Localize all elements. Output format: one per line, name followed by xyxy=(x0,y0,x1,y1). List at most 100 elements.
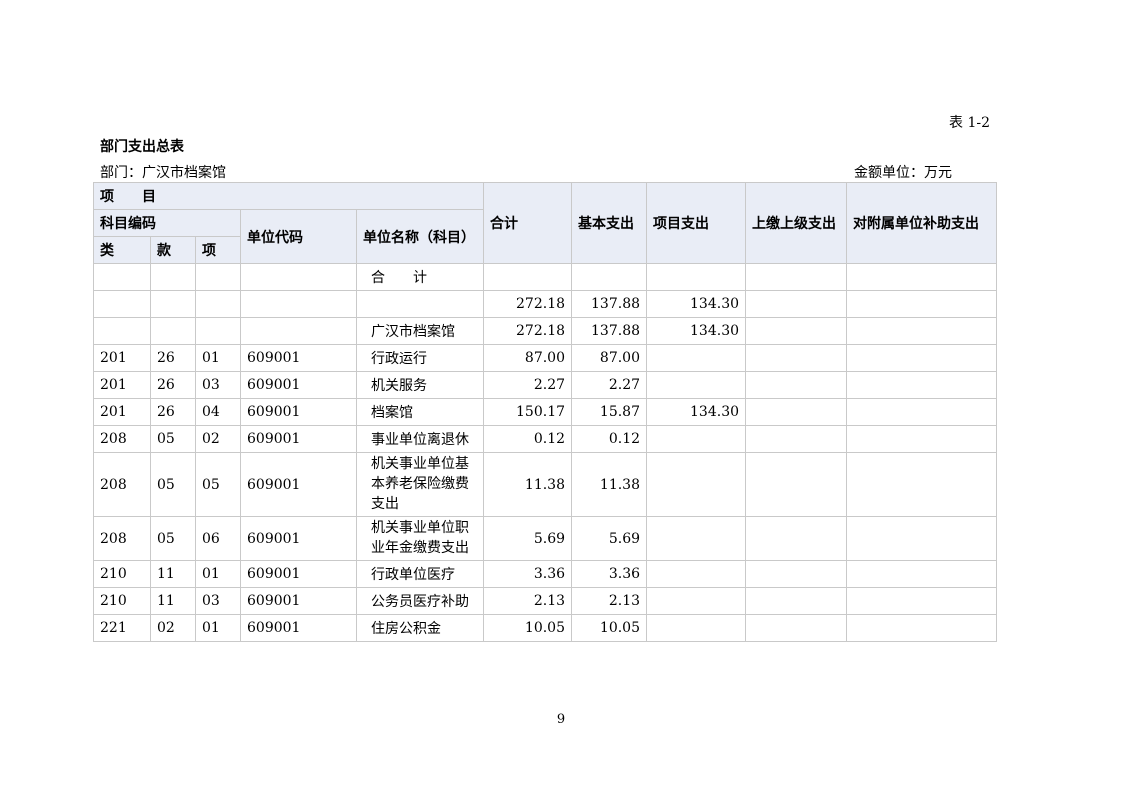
basic-cell: 3.36 xyxy=(571,560,648,588)
department-label: 部门：广汉市档案馆 xyxy=(100,165,226,181)
table-row: 201 26 01 609001 行政运行 87.00 87.00 xyxy=(93,344,998,372)
header-basic: 基本支出 xyxy=(571,182,648,264)
unit-code-cell: 609001 xyxy=(240,425,357,453)
category-cell: 201 xyxy=(93,371,151,399)
project-cell xyxy=(646,587,747,615)
upper-cell xyxy=(745,516,848,561)
section-cell: 05 xyxy=(150,516,196,561)
category-cell: 208 xyxy=(93,452,151,517)
entry-cell: 03 xyxy=(195,371,241,399)
unit-name-cell: 机关事业单位基本养老保险缴费支出 xyxy=(355,452,485,517)
section-cell: 26 xyxy=(150,344,196,372)
category-cell xyxy=(93,317,151,345)
unit-name-cell: 档案馆 xyxy=(355,398,485,426)
unit-name-cell: 行政单位医疗 xyxy=(355,560,485,588)
header-subject-code: 科目编码 xyxy=(93,209,241,237)
total-cell: 5.69 xyxy=(483,516,573,561)
subsidy-cell xyxy=(846,398,998,426)
section-cell: 26 xyxy=(150,371,196,399)
entry-cell xyxy=(195,317,241,345)
subsidy-cell xyxy=(846,516,998,561)
category-cell: 208 xyxy=(93,425,151,453)
unit-name-cell: 公务员医疗补助 xyxy=(355,587,485,615)
unit-name-cell: 行政运行 xyxy=(355,344,485,372)
upper-cell xyxy=(745,317,848,345)
category-cell: 208 xyxy=(93,516,151,561)
total-cell: 3.36 xyxy=(483,560,573,588)
basic-cell: 137.88 xyxy=(571,317,648,345)
total-cell: 0.12 xyxy=(483,425,573,453)
category-cell xyxy=(93,290,151,318)
header-project: 项目支出 xyxy=(646,182,747,264)
project-cell: 134.30 xyxy=(646,317,747,345)
section-cell: 11 xyxy=(150,560,196,588)
basic-cell: 2.13 xyxy=(571,587,648,615)
project-cell: 134.30 xyxy=(646,398,747,426)
category-cell: 221 xyxy=(93,614,151,642)
upper-cell xyxy=(745,587,848,615)
project-cell: 134.30 xyxy=(646,290,747,318)
upper-cell xyxy=(745,290,848,318)
amount-unit-label: 金额单位：万元 xyxy=(854,165,952,181)
table-row: 广汉市档案馆 272.18 137.88 134.30 xyxy=(93,317,998,345)
category-cell: 201 xyxy=(93,344,151,372)
unit-code-cell: 609001 xyxy=(240,344,357,372)
basic-cell: 0.12 xyxy=(571,425,648,453)
project-cell xyxy=(646,614,747,642)
unit-name-cell: 机关事业单位职业年金缴费支出 xyxy=(355,516,485,561)
basic-cell: 5.69 xyxy=(571,516,648,561)
unit-code-cell: 609001 xyxy=(240,560,357,588)
entry-cell: 02 xyxy=(195,425,241,453)
total-cell: 2.27 xyxy=(483,371,573,399)
unit-code-cell: 609001 xyxy=(240,587,357,615)
section-cell xyxy=(150,317,196,345)
header-subsidy: 对附属单位补助支出 xyxy=(846,182,998,264)
unit-name-cell: 事业单位离退休 xyxy=(355,425,485,453)
header-section: 款 xyxy=(150,236,196,264)
total-cell: 11.38 xyxy=(483,452,573,517)
subsidy-cell xyxy=(846,614,998,642)
total-cell: 272.18 xyxy=(483,290,573,318)
basic-cell: 87.00 xyxy=(571,344,648,372)
section-cell: 26 xyxy=(150,398,196,426)
unit-code-cell: 609001 xyxy=(240,516,357,561)
project-cell xyxy=(646,516,747,561)
project-cell xyxy=(646,344,747,372)
unit-code-cell xyxy=(240,290,357,318)
section-cell xyxy=(150,290,196,318)
entry-cell: 01 xyxy=(195,344,241,372)
entry-cell: 04 xyxy=(195,398,241,426)
header-item: 项 目 xyxy=(92,182,485,210)
header-entry: 项 xyxy=(195,236,241,264)
table-number: 表 1-2 xyxy=(949,115,990,131)
document-title: 部门支出总表 xyxy=(100,139,184,155)
table-row: 272.18 137.88 134.30 xyxy=(93,290,998,318)
total-label-row: 合 计 xyxy=(93,263,998,291)
project-cell xyxy=(646,425,747,453)
total-cell: 10.05 xyxy=(483,614,573,642)
section-cell: 02 xyxy=(150,614,196,642)
upper-cell xyxy=(745,452,848,517)
total-cell: 87.00 xyxy=(483,344,573,372)
table-row: 210 11 03 609001 公务员医疗补助 2.13 2.13 xyxy=(93,587,998,615)
category-cell: 210 xyxy=(93,587,151,615)
basic-cell: 11.38 xyxy=(571,452,648,517)
basic-cell: 137.88 xyxy=(571,290,648,318)
total-cell: 2.13 xyxy=(483,587,573,615)
upper-cell xyxy=(745,614,848,642)
entry-cell: 01 xyxy=(195,560,241,588)
table-row: 208 05 06 609001 机关事业单位职业年金缴费支出 5.69 5.69 xyxy=(93,516,998,561)
header-category: 类 xyxy=(93,236,151,264)
total-cell: 150.17 xyxy=(483,398,573,426)
section-cell: 05 xyxy=(150,425,196,453)
subsidy-cell xyxy=(846,587,998,615)
unit-code-cell: 609001 xyxy=(240,398,357,426)
table-row: 208 05 05 609001 机关事业单位基本养老保险缴费支出 11.38 11.38 xyxy=(93,452,998,517)
table-row: 210 11 01 609001 行政单位医疗 3.36 3.36 xyxy=(93,560,998,588)
subsidy-cell xyxy=(846,371,998,399)
unit-name-cell: 广汉市档案馆 xyxy=(355,317,485,345)
header-unit-name: 单位名称（科目） xyxy=(355,209,485,264)
unit-name-cell: 机关服务 xyxy=(355,371,485,399)
table-row: 221 02 01 609001 住房公积金 10.05 10.05 xyxy=(93,614,998,642)
total-cell: 272.18 xyxy=(483,317,573,345)
